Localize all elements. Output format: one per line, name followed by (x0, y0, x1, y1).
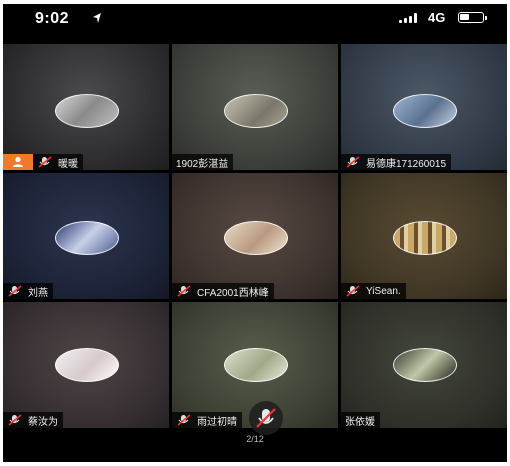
participant-name-row: 刘燕 (3, 283, 53, 299)
participant-name: 张依媛 (345, 416, 375, 428)
mic-muted-icon (346, 285, 360, 297)
participant-avatar (55, 348, 119, 382)
mic-muted-icon (346, 156, 360, 168)
participant-tile[interactable]: 暖暖 (3, 44, 169, 170)
host-badge (3, 154, 33, 170)
participant-name-tag: 张依媛 (341, 412, 380, 428)
participant-avatar (393, 94, 457, 128)
mic-muted-icon (177, 414, 191, 426)
participant-avatar (224, 221, 288, 255)
participant-avatar (55, 221, 119, 255)
floating-mute-button[interactable] (249, 401, 283, 435)
participant-name: 刘燕 (28, 287, 48, 299)
location-arrow-icon (93, 13, 101, 23)
participant-name: 蔡汝为 (28, 416, 58, 428)
meeting-screen: 9:02 4G 暖暖 1902彭湛益 易德康171260015 刘燕 CFA20… (3, 4, 507, 462)
participant-avatar (224, 94, 288, 128)
participant-name: CFA2001西林峰 (197, 287, 269, 299)
participant-name: 易德康171260015 (366, 158, 447, 170)
mic-muted-icon (256, 408, 276, 428)
page-indicator: 2/12 (246, 434, 264, 444)
participant-name-row: 1902彭湛益 (172, 154, 234, 170)
signal-bars-icon (399, 13, 423, 23)
participant-name-row: 雨过初晴 (172, 412, 242, 428)
participant-name-row: 易德康171260015 (341, 154, 452, 170)
battery-icon (458, 12, 487, 23)
participant-name-row: CFA2001西林峰 (172, 283, 274, 299)
participant-name-tag: 雨过初晴 (172, 412, 242, 428)
participant-tile[interactable]: 易德康171260015 (341, 44, 507, 170)
participant-tile[interactable]: CFA2001西林峰 (172, 173, 338, 299)
mic-muted-icon (8, 414, 22, 426)
participant-name-row: 蔡汝为 (3, 412, 63, 428)
participant-name: 1902彭湛益 (176, 158, 229, 170)
participant-name-tag: 易德康171260015 (341, 154, 452, 170)
participant-avatar (55, 94, 119, 128)
participant-tile[interactable]: 刘燕 (3, 173, 169, 299)
participant-name-row: 暖暖 (3, 154, 83, 170)
participant-name-tag: YiSean. (341, 283, 406, 299)
participant-avatar (224, 348, 288, 382)
participant-name-row: 张依媛 (341, 412, 380, 428)
status-bar: 9:02 4G (3, 4, 507, 44)
participant-avatar (393, 221, 457, 255)
status-time: 9:02 (35, 10, 70, 27)
participant-tile[interactable]: YiSean. (341, 173, 507, 299)
participant-name-tag: 暖暖 (33, 154, 83, 170)
mic-muted-icon (177, 285, 191, 297)
participant-name-tag: 1902彭湛益 (172, 154, 234, 170)
participant-tile[interactable]: 张依媛 (341, 302, 507, 428)
network-type: 4G (428, 10, 446, 25)
participant-name-tag: 蔡汝为 (3, 412, 63, 428)
participant-tile[interactable]: 1902彭湛益 (172, 44, 338, 170)
mic-muted-icon (8, 285, 22, 297)
participant-name-tag: 刘燕 (3, 283, 53, 299)
video-grid: 暖暖 1902彭湛益 易德康171260015 刘燕 CFA2001西林峰 Yi… (3, 44, 507, 428)
participant-name: 雨过初晴 (197, 416, 237, 428)
participant-name: YiSean. (366, 285, 401, 297)
participant-name-row: YiSean. (341, 283, 406, 299)
participant-avatar (393, 348, 457, 382)
participant-name-tag: CFA2001西林峰 (172, 283, 274, 299)
person-icon (13, 156, 23, 167)
participant-name: 暖暖 (58, 158, 78, 170)
mic-muted-icon (38, 156, 52, 168)
participant-tile[interactable]: 蔡汝为 (3, 302, 169, 428)
